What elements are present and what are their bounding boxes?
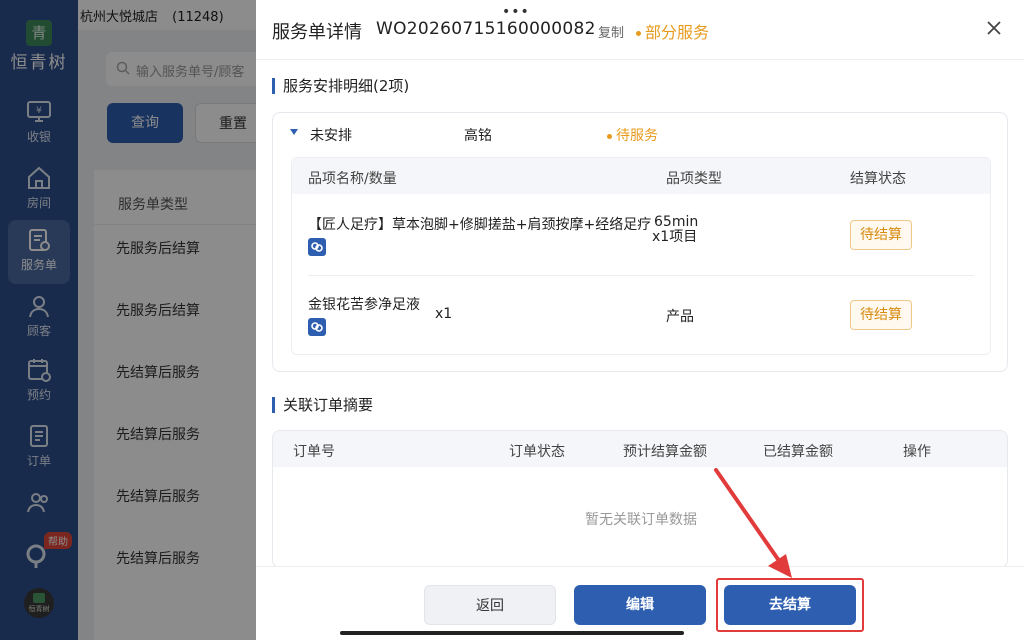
header-order-status: 订单状态 — [509, 444, 565, 460]
section-title-text: 服务安排明细 — [283, 77, 374, 95]
empty-state: 暂无关联订单数据 — [585, 512, 697, 528]
item-name: 金银花苦参净足液 — [308, 297, 420, 313]
order-number: WO20260715160000082 — [376, 19, 596, 39]
item-name: 【匠人足疗】草本泡脚+修脚搓盐+肩颈按摩+经络足疗 — [308, 217, 652, 233]
arrangement-section-title: 服务安排明细(2项) — [272, 78, 409, 94]
header-name: 品项名称/数量 — [308, 171, 397, 187]
home-indicator[interactable] — [340, 631, 684, 635]
drawer-title: 服务单详情 — [272, 22, 362, 43]
settle-status-tag: 待结算 — [850, 220, 912, 250]
header-type: 品项类型 — [666, 171, 722, 187]
service-item-icon — [308, 238, 326, 256]
header-settle: 结算状态 — [850, 171, 906, 187]
item-count: (2项) — [373, 77, 410, 95]
items-table-header: 品项名称/数量 品项类型 结算状态 — [292, 158, 990, 194]
status-dot-icon — [636, 31, 641, 36]
group-status: 待服务 — [607, 125, 658, 145]
related-orders-header: 订单号 订单状态 预计结算金额 已结算金额 操作 — [273, 431, 1007, 467]
settle-button[interactable]: 去结算 — [724, 585, 856, 625]
copy-button[interactable]: 复制 — [598, 22, 624, 41]
close-icon[interactable] — [986, 20, 1002, 36]
status-dot-icon — [607, 133, 612, 139]
header-action: 操作 — [903, 444, 931, 460]
settle-status-tag: 待结算 — [850, 300, 912, 330]
header-order-no: 订单号 — [293, 444, 335, 460]
status-text: 部分服务 — [645, 23, 710, 42]
item-type: 产品 — [666, 309, 694, 325]
edit-button[interactable]: 编辑 — [574, 585, 706, 625]
drawer-footer: 返回 编辑 去结算 — [256, 566, 1024, 640]
group-status-text: 待服务 — [616, 128, 658, 144]
item-type: x1项目 — [652, 229, 698, 245]
item-qty: x1 — [435, 306, 453, 322]
service-order-detail-drawer: ••• 服务单详情 WO20260715160000082 复制 部分服务 服务… — [256, 0, 1024, 640]
divider — [308, 275, 974, 276]
arrangement-card: 未安排 高铭 待服务 品项名称/数量 品项类型 结算状态 【匠人足疗】草本泡脚+… — [272, 112, 1008, 372]
header-settled: 已结算金额 — [763, 444, 833, 460]
items-table: 品项名称/数量 品项类型 结算状态 【匠人足疗】草本泡脚+修脚搓盐+肩颈按摩+经… — [291, 157, 991, 355]
header-estimated: 预计结算金额 — [623, 444, 707, 460]
drawer-header: 服务单详情 WO20260715160000082 复制 部分服务 — [256, 0, 1024, 60]
orders-section-title: 关联订单摘要 — [272, 397, 373, 413]
group-label: 未安排 — [310, 128, 352, 144]
status-badge: 部分服务 — [636, 19, 709, 43]
back-button[interactable]: 返回 — [424, 585, 556, 625]
related-orders-table: 订单号 订单状态 预计结算金额 已结算金额 操作 暂无关联订单数据 — [272, 430, 1008, 568]
product-item-icon — [308, 318, 326, 336]
collapse-caret-icon[interactable] — [290, 129, 298, 135]
staff-name: 高铭 — [464, 128, 492, 144]
